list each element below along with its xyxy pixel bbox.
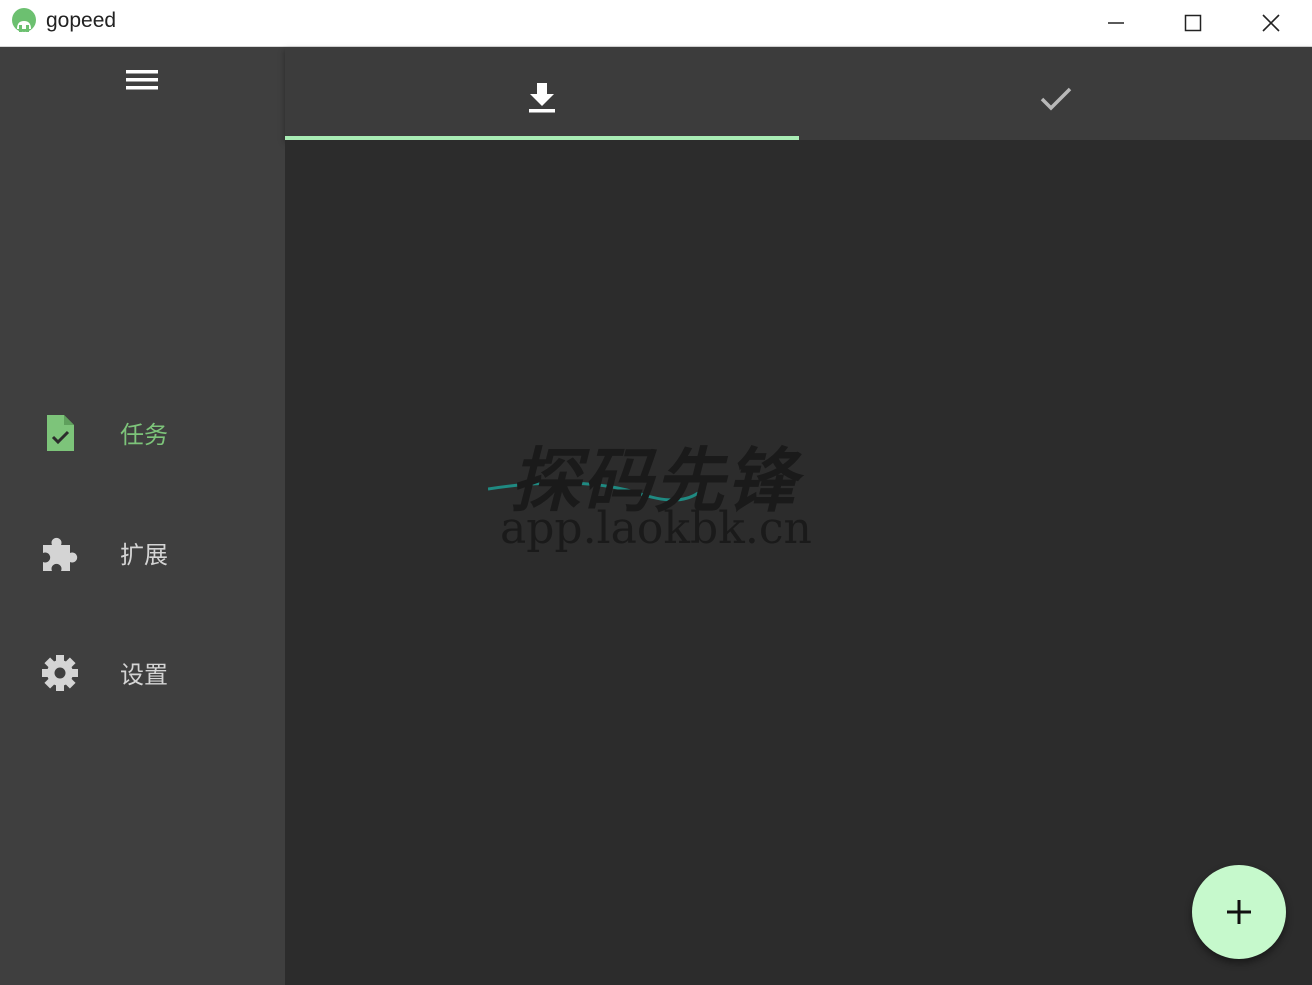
sidebar-item-label: 任务 <box>120 421 168 449</box>
check-icon <box>1040 87 1072 111</box>
sidebar-item-label: 扩展 <box>120 541 168 569</box>
menu-button[interactable] <box>122 67 162 95</box>
task-file-check-icon <box>47 415 74 451</box>
add-task-button[interactable] <box>1192 865 1286 959</box>
sidebar-item-extensions[interactable]: 扩展 <box>0 515 285 585</box>
app-window: gopeed 任务 扩展 设置 探码先锋 app.laokbk.cn <box>0 0 1312 985</box>
menu-icon <box>126 70 158 90</box>
sidebar-item-tasks[interactable]: 任务 <box>0 395 285 465</box>
window-title: gopeed <box>46 9 117 32</box>
minimize-button[interactable] <box>1077 0 1155 46</box>
puzzle-icon <box>43 537 78 571</box>
title-bar: gopeed <box>0 0 1312 47</box>
close-button[interactable] <box>1232 0 1310 46</box>
maximize-icon <box>1184 14 1202 32</box>
tab-bar <box>285 47 1312 140</box>
sidebar: 任务 扩展 设置 <box>0 47 285 985</box>
maximize-button[interactable] <box>1154 0 1232 46</box>
watermark: 探码先锋 app.laokbk.cn <box>488 425 840 555</box>
sidebar-item-settings[interactable]: 设置 <box>0 635 285 705</box>
close-icon <box>1262 14 1280 32</box>
plus-icon <box>1227 900 1251 924</box>
sidebar-item-label: 设置 <box>120 661 168 689</box>
minimize-icon <box>1108 22 1124 24</box>
tab-downloading[interactable] <box>285 47 799 140</box>
tab-completed[interactable] <box>798 47 1312 140</box>
download-icon <box>529 83 555 113</box>
gopeed-logo-icon <box>12 8 36 32</box>
task-list-area: 探码先锋 app.laokbk.cn <box>285 140 1312 985</box>
watermark-url: app.laokbk.cn <box>500 503 812 554</box>
gear-icon <box>42 655 78 691</box>
